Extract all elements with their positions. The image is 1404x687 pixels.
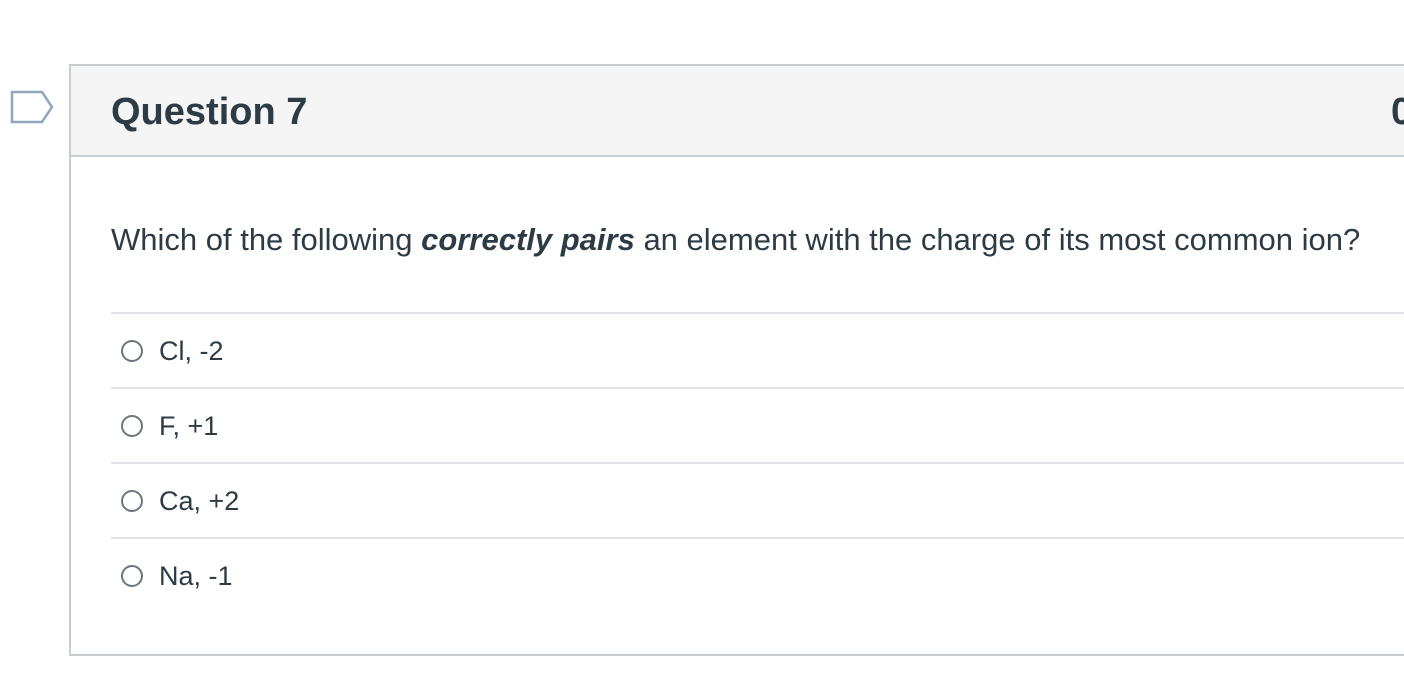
question-header: Question 7 0	[71, 66, 1404, 157]
question-text-start: Which of the following	[111, 222, 422, 257]
flag-question-icon[interactable]	[10, 90, 54, 126]
radio-button[interactable]	[121, 564, 143, 587]
question-text: Which of the following correctly pairs a…	[111, 220, 1360, 260]
question-text-end: an element with the charge of its most c…	[634, 222, 1361, 257]
question-points: 0	[1391, 91, 1404, 133]
answer-label: Na, -1	[159, 560, 233, 591]
answer-label: Ca, +2	[159, 485, 240, 516]
radio-button[interactable]	[121, 489, 143, 512]
answer-option[interactable]: Na, -1	[111, 537, 1404, 612]
question-card: Question 7 0 Which of the following corr…	[69, 64, 1404, 656]
answer-option[interactable]: F, +1	[111, 387, 1404, 462]
radio-button[interactable]	[121, 339, 143, 362]
answer-list: Cl, -2 F, +1 Ca, +2 Na, -1	[111, 312, 1404, 612]
answer-option[interactable]: Cl, -2	[111, 312, 1404, 387]
question-title: Question 7	[111, 91, 308, 133]
answer-option[interactable]: Ca, +2	[111, 462, 1404, 537]
answer-label: F, +1	[159, 410, 219, 441]
answer-label: Cl, -2	[159, 335, 224, 366]
radio-button[interactable]	[121, 414, 143, 437]
question-text-emphasis: correctly pairs	[421, 222, 635, 257]
